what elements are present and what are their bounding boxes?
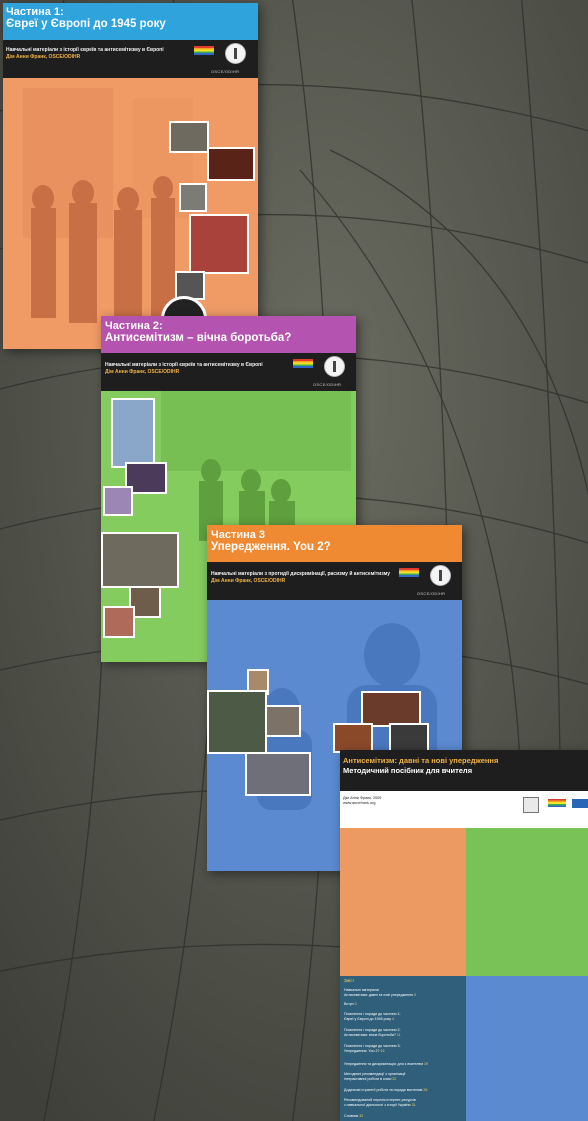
cover-publisher: Дім Анни Франк, OSCE/ODIHR: [211, 577, 286, 584]
cover-publisher: Дім Анни Франк, OSCE/ODIHR: [6, 53, 81, 60]
anne-frank-tree-logo: [523, 797, 539, 813]
part-number: Частина 3: [211, 529, 266, 541]
cover-publisher: Дім Анни Франк, OSCE/ODIHR: [105, 368, 180, 375]
photo-thumbnail: [179, 183, 207, 212]
cover-subtitle: Навчальні матеріали з історії євреїв та …: [6, 47, 164, 53]
photo-thumbnail: [111, 398, 155, 468]
cover-title: Антисемітизм: давні та нові упередження: [343, 756, 499, 765]
cover-title: Упередження. You 2?: [211, 541, 331, 553]
part-number: Частина 1:: [6, 6, 64, 18]
cover-title-bar: Частина 1: Євреї у Європі до 1945 року: [3, 3, 258, 40]
rainbow-logo: [194, 46, 214, 55]
photo-thumbnail: [101, 532, 179, 588]
publisher-strip: Навчальні матеріали з історії євреїв та …: [101, 353, 356, 391]
photo-thumbnail-menorah: [207, 690, 267, 754]
part-number: Частина 2:: [105, 320, 163, 332]
osce-logo: [572, 799, 588, 808]
toc-entry: Додаткові стратегії роботи та поради вчи…: [344, 1088, 428, 1092]
toc-entry: Словник 32: [344, 1114, 364, 1118]
photo-thumbnail: [265, 705, 301, 737]
publisher-strip: Навчальні матеріали з історії євреїв та …: [3, 40, 258, 78]
photo-thumbnail: [245, 752, 311, 796]
photo-thumbnail-synagogue: [189, 214, 249, 274]
toc-entry: Пояснення і поради до частини 3: Упередже…: [344, 1044, 401, 1053]
publisher-strip: Навчальні матеріали з протидії дискримін…: [207, 562, 462, 600]
cover-title-bar: Частина 3 Упередження. You 2?: [207, 525, 462, 562]
publisher-info: Дім Анни Франк, 2009 www.annefrank.org: [343, 796, 381, 806]
toc-entry: Методичні рекомендації з організації інте…: [344, 1072, 406, 1081]
cover-title: Євреї у Європі до 1945 року: [6, 18, 166, 30]
photo-thumbnail: [361, 691, 421, 727]
photo-thumbnail: [207, 147, 255, 181]
anne-frank-tree-logo: [324, 356, 345, 377]
cover-title-bar: Частина 2: Антисемітизм – вічна боротьба…: [101, 316, 356, 353]
publisher-year: Дім Анни Франк, 2009: [343, 796, 382, 800]
quadrant-orange: [340, 828, 466, 976]
table-of-contents: Зміст Навчальні матеріали Антисемітизм: д…: [340, 976, 466, 1121]
teacher-guide-cover[interactable]: Антисемітизм: давні та нові упередження …: [340, 750, 588, 1121]
toc-entry: Пояснення і поради до частини 2: Антисемі…: [344, 1028, 401, 1037]
photo-thumbnail: [103, 486, 133, 516]
anne-frank-tree-logo: [225, 43, 246, 64]
toc-entry: Упередження та дискримінація: для з вчит…: [344, 1062, 428, 1066]
rainbow-logo: [399, 568, 419, 577]
booklet-cover-part-1[interactable]: Частина 1: Євреї у Європі до 1945 року Н…: [3, 3, 258, 349]
quadrant-blue: [466, 976, 588, 1121]
osce-logo: OSCE/ODIHR: [313, 382, 342, 387]
toc-entry: Рекомендований перелік інтернет-ресурсів…: [344, 1098, 416, 1107]
toc-heading: Зміст: [344, 978, 355, 983]
anne-frank-tree-logo: [430, 565, 451, 586]
rainbow-logo: [548, 799, 566, 807]
osce-logo: OSCE/ODIHR: [417, 591, 446, 596]
photo-thumbnail: [169, 121, 209, 153]
toc-entry: Пояснення і поради до частини 1: Євреї у …: [344, 1012, 401, 1021]
photo-thumbnail: [333, 723, 373, 753]
cover-title: Антисемітизм – вічна боротьба?: [105, 332, 292, 344]
cover-subtitle: Навчальні матеріали з історії євреїв та …: [105, 362, 263, 368]
publisher-url: www.annefrank.org: [343, 801, 376, 805]
toc-entry: Вступ 3: [344, 1002, 357, 1006]
cover-subtitle: Методичний посібник для вчителя: [343, 766, 473, 775]
toc-entry: Навчальні матеріали Антисемітизм: давні т…: [344, 988, 417, 997]
quadrant-green: [466, 828, 588, 976]
photo-thumbnail: [103, 606, 135, 638]
rainbow-logo: [293, 359, 313, 368]
osce-logo: OSCE/ODIHR: [211, 69, 240, 74]
cover-subtitle: Навчальні матеріали з протидії дискримін…: [211, 571, 390, 577]
cover-title-bar: Антисемітизм: давні та нові упередження …: [340, 750, 588, 791]
